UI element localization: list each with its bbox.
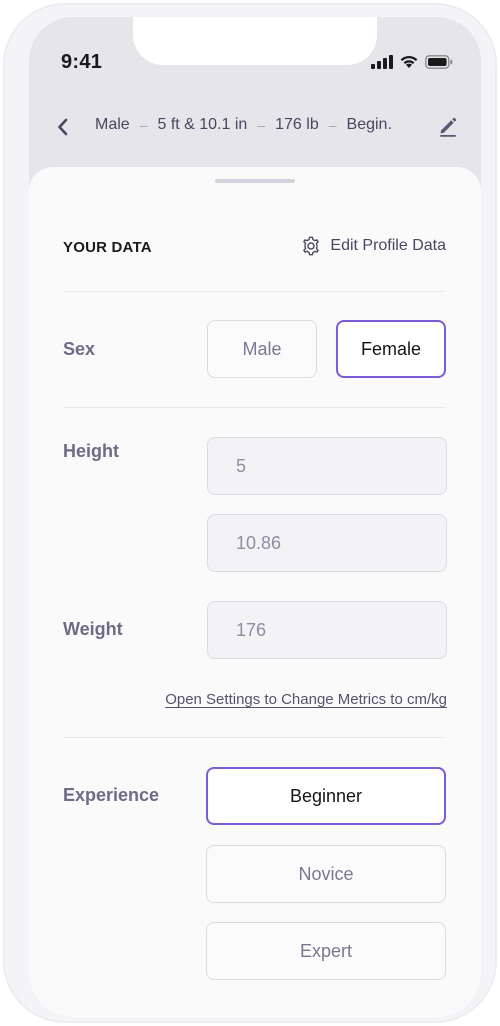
summary-separator: – bbox=[139, 117, 148, 133]
sex-option-female[interactable]: Female bbox=[336, 320, 446, 378]
app-screen: 9:41 Male – 5 ft & 10.1 in – 176 lb – Be… bbox=[29, 17, 481, 1017]
experience-label: Experience bbox=[63, 785, 160, 805]
section-title: YOUR DATA bbox=[63, 239, 152, 256]
divider bbox=[63, 291, 445, 292]
summary-sex: Male bbox=[95, 116, 130, 133]
height-feet-field: feet bbox=[207, 437, 447, 495]
experience-option-novice[interactable]: Novice bbox=[206, 845, 446, 903]
chevron-left-icon bbox=[58, 118, 68, 136]
summary-separator: – bbox=[257, 117, 266, 133]
divider bbox=[63, 737, 445, 738]
open-settings-metrics-link[interactable]: Open Settings to Change Metrics to cm/kg bbox=[165, 691, 447, 708]
signal-icon bbox=[371, 54, 393, 69]
status-time: 9:41 bbox=[61, 51, 103, 73]
edit-profile-label: Edit Profile Data bbox=[330, 237, 446, 254]
sheet-grabber[interactable] bbox=[215, 179, 295, 183]
experience-option-beginner[interactable]: Beginner bbox=[206, 767, 446, 825]
edit-profile-data-link[interactable]: Edit Profile Data bbox=[300, 235, 446, 257]
edit-summary-button[interactable] bbox=[435, 113, 461, 139]
summary-weight: 176 lb bbox=[275, 116, 319, 133]
experience-option-expert[interactable]: Expert bbox=[206, 922, 446, 980]
summary-experience: Begin. bbox=[346, 116, 392, 133]
profile-summary-bar: Male – 5 ft & 10.1 in – 176 lb – Begin. bbox=[29, 103, 481, 149]
profile-summary: Male – 5 ft & 10.1 in – 176 lb – Begin. bbox=[95, 116, 392, 134]
back-button[interactable] bbox=[51, 115, 75, 139]
weight-field: lbs bbox=[207, 601, 447, 659]
summary-height: 5 ft & 10.1 in bbox=[157, 116, 248, 133]
sex-option-male[interactable]: Male bbox=[207, 320, 317, 378]
wifi-icon bbox=[400, 55, 418, 68]
summary-separator: – bbox=[328, 117, 337, 133]
gear-icon bbox=[303, 236, 320, 256]
weight-input[interactable] bbox=[208, 602, 446, 658]
battery-icon bbox=[425, 54, 453, 69]
device-notch bbox=[133, 17, 377, 65]
height-label: Height bbox=[63, 441, 119, 461]
profile-data-sheet: YOUR DATA Edit Profile Data Sex Male Fem… bbox=[29, 167, 481, 1017]
height-inch-input[interactable] bbox=[208, 515, 446, 571]
weight-label: Weight bbox=[63, 619, 123, 639]
device-frame: 9:41 Male – 5 ft & 10.1 in – 176 lb – Be… bbox=[3, 3, 497, 1023]
status-icons bbox=[371, 54, 453, 69]
pencil-icon bbox=[440, 117, 457, 137]
height-feet-input[interactable] bbox=[208, 438, 446, 494]
divider bbox=[63, 407, 445, 408]
height-inch-field: inch bbox=[207, 514, 447, 572]
sex-label: Sex bbox=[63, 339, 96, 359]
